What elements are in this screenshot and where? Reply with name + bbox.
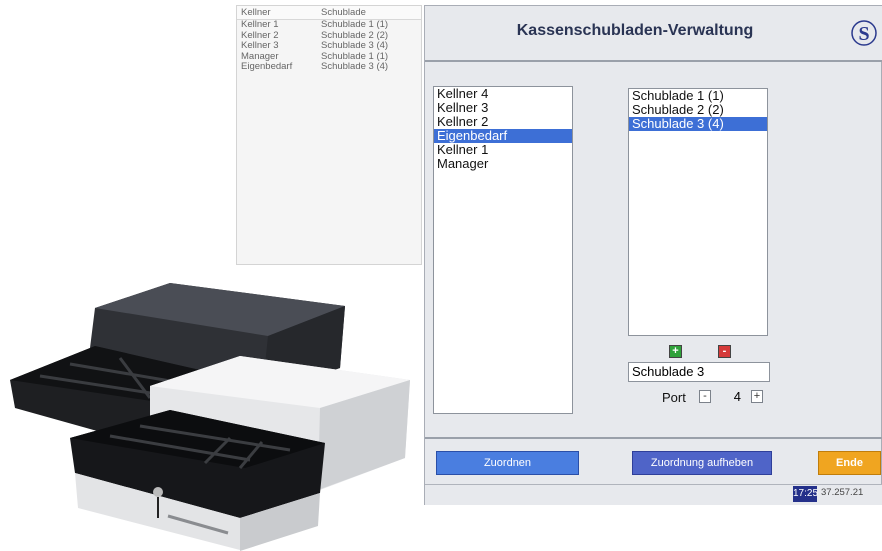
overview-drawer-cell: Schublade 1 (1): [321, 19, 389, 30]
app-logo-icon: S: [851, 20, 877, 46]
header-waiter: Kellner: [241, 7, 271, 18]
remove-drawer-button[interactable]: -: [718, 345, 731, 358]
clock-display: 17:25: [793, 486, 818, 502]
window-title: Kassenschubladen-Verwaltung: [516, 22, 754, 39]
overview-drawer-cell: Schublade 3 (4): [321, 61, 389, 72]
button-separator: [425, 437, 882, 439]
assign-button[interactable]: Zuordnen: [436, 451, 579, 475]
port-label: Port: [662, 390, 686, 405]
waiter-list-item[interactable]: Kellner 3: [434, 101, 572, 115]
port-increment-button[interactable]: +: [751, 390, 763, 403]
drawer-name-input[interactable]: Schublade 3: [628, 362, 770, 382]
waiter-list-item[interactable]: Manager: [434, 157, 572, 171]
drawer-management-window: Kassenschubladen-Verwaltung S Kellner 4K…: [424, 5, 882, 505]
overview-row: Kellner 3 Schublade 3 (4): [237, 40, 421, 52]
assignment-overview-table: Kellner Schublade Kellner 1 Schublade 1 (…: [236, 5, 422, 265]
overview-waiter-cell: Eigenbedarf: [241, 61, 293, 72]
overview-waiter-cell: Kellner 1: [241, 19, 279, 30]
overview-row: Kellner 1 Schublade 1 (1): [237, 19, 421, 31]
title-bar: Kassenschubladen-Verwaltung S: [425, 6, 882, 62]
waiter-list-item[interactable]: Eigenbedarf: [434, 129, 572, 143]
drawer-list-item[interactable]: Schublade 1 (1): [629, 89, 767, 103]
port-decrement-button[interactable]: -: [699, 390, 711, 403]
waiter-list-item[interactable]: Kellner 2: [434, 115, 572, 129]
overview-drawer-cell: Schublade 3 (4): [321, 40, 389, 51]
overview-row: Eigenbedarf Schublade 3 (4): [237, 61, 421, 73]
header-drawer: Schublade: [321, 7, 366, 18]
date-display: 37.257.21: [821, 487, 864, 498]
port-value[interactable]: 4: [715, 389, 741, 404]
cash-drawer-photo: [10, 283, 410, 551]
unassign-button[interactable]: Zuordnung aufheben: [632, 451, 772, 475]
drawer-list-item[interactable]: Schublade 2 (2): [629, 103, 767, 117]
waiter-list-item[interactable]: Kellner 4: [434, 87, 572, 101]
overview-rows: Kellner 1 Schublade 1 (1) Kellner 2 Schubla…: [237, 19, 421, 73]
waiter-list-item[interactable]: Kellner 1: [434, 143, 572, 157]
overview-waiter-cell: Kellner 3: [241, 40, 279, 51]
exit-button[interactable]: Ende: [818, 451, 881, 475]
overview-header: Kellner Schublade: [237, 6, 421, 20]
drawer-list[interactable]: Schublade 1 (1) Schublade 2 (2) Schublade …: [628, 88, 768, 336]
svg-text:S: S: [858, 23, 869, 45]
add-drawer-button[interactable]: +: [669, 345, 682, 358]
waiter-list[interactable]: Kellner 4 Kellner 3 Kellner 2 Eigenbedarf Ke…: [433, 86, 573, 414]
drawer-list-item[interactable]: Schublade 3 (4): [629, 117, 767, 131]
